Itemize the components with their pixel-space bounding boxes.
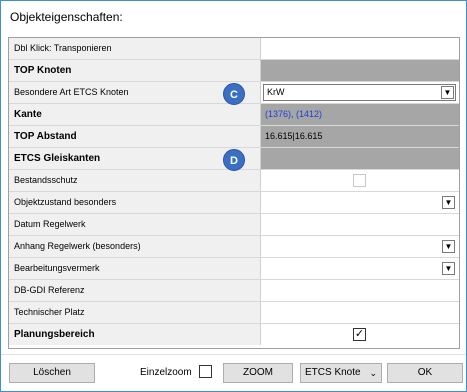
row-objektzustand-besonders[interactable]: Objektzustand besonders ▼ <box>9 192 459 214</box>
row-value: 16.615|16.615 <box>261 126 459 147</box>
row-label: Bestandsschutz <box>9 170 261 191</box>
row-technischer-platz[interactable]: Technischer Platz <box>9 302 459 324</box>
row-label: Planungsbereich <box>9 324 261 345</box>
row-label: Datum Regelwerk <box>9 214 261 235</box>
row-label: Kante <box>9 104 261 125</box>
row-value <box>261 170 459 191</box>
select-value: ETCS Knote <box>305 367 361 378</box>
dropdown-arrow-icon[interactable]: ▼ <box>442 262 455 275</box>
row-bestandsschutz[interactable]: Bestandsschutz <box>9 170 459 192</box>
besondere-art-combo[interactable]: KrW ▼ <box>263 84 456 101</box>
zoom-button[interactable]: ZOOM <box>223 363 293 383</box>
dropdown-arrow-icon[interactable]: ▼ <box>442 240 455 253</box>
einzelzoom-label: Einzelzoom <box>140 367 192 378</box>
row-label: Dbl Klick: Transponieren <box>9 38 261 59</box>
row-value[interactable] <box>261 302 459 323</box>
row-value[interactable] <box>261 192 459 213</box>
row-value[interactable] <box>261 38 459 59</box>
kante-links[interactable]: (1376), (1412) <box>261 104 459 125</box>
row-top-abstand[interactable]: TOP Abstand 16.615|16.615 <box>9 126 459 148</box>
dropdown-arrow-icon[interactable]: ▼ <box>442 196 455 209</box>
row-label: Anhang Regelwerk (besonders) <box>9 236 261 257</box>
row-value: KrW ▼ <box>261 82 459 103</box>
chevron-down-icon: ⌄ <box>369 368 377 378</box>
row-anhang-regelwerk[interactable]: Anhang Regelwerk (besonders) ▼ <box>9 236 459 258</box>
properties-window: Objekteigenschaften: Dbl Klick: Transpon… <box>0 0 467 392</box>
row-label: Bearbeitungsvermerk <box>9 258 261 279</box>
callout-badge-c: C <box>223 83 245 105</box>
row-value: ✓ <box>261 324 459 345</box>
row-value[interactable] <box>261 258 459 279</box>
planungsbereich-checkbox[interactable]: ✓ <box>353 328 366 341</box>
row-value <box>261 60 459 81</box>
window-title: Objekteigenschaften: <box>10 10 123 24</box>
row-dbl-klick[interactable]: Dbl Klick: Transponieren <box>9 38 459 60</box>
bestandsschutz-checkbox[interactable] <box>353 174 366 187</box>
property-grid: Dbl Klick: Transponieren TOP Knoten Beso… <box>8 37 460 349</box>
row-planungsbereich[interactable]: Planungsbereich ✓ <box>9 324 459 346</box>
row-label: Objektzustand besonders <box>9 192 261 213</box>
row-label: TOP Abstand <box>9 126 261 147</box>
callout-badge-d: D <box>223 149 245 171</box>
row-datum-regelwerk[interactable]: Datum Regelwerk <box>9 214 459 236</box>
row-value <box>261 148 459 169</box>
delete-button[interactable]: Löschen <box>9 363 95 383</box>
row-label: DB-GDI Referenz <box>9 280 261 301</box>
row-value[interactable] <box>261 236 459 257</box>
row-kante[interactable]: Kante (1376), (1412) <box>9 104 459 126</box>
row-bearbeitungsvermerk[interactable]: Bearbeitungsvermerk ▼ <box>9 258 459 280</box>
row-top-knoten[interactable]: TOP Knoten <box>9 60 459 82</box>
row-label: TOP Knoten <box>9 60 261 81</box>
row-db-gdi-referenz[interactable]: DB-GDI Referenz <box>9 280 459 302</box>
row-value[interactable] <box>261 280 459 301</box>
footer-divider <box>1 354 466 355</box>
combo-value: KrW <box>267 87 285 97</box>
dropdown-arrow-icon[interactable]: ▼ <box>441 86 454 99</box>
einzelzoom-checkbox[interactable] <box>199 365 212 378</box>
ok-button[interactable]: OK <box>387 363 463 383</box>
element-type-select[interactable]: ETCS Knote ⌄ <box>300 363 382 383</box>
row-label: Technischer Platz <box>9 302 261 323</box>
row-value[interactable] <box>261 214 459 235</box>
